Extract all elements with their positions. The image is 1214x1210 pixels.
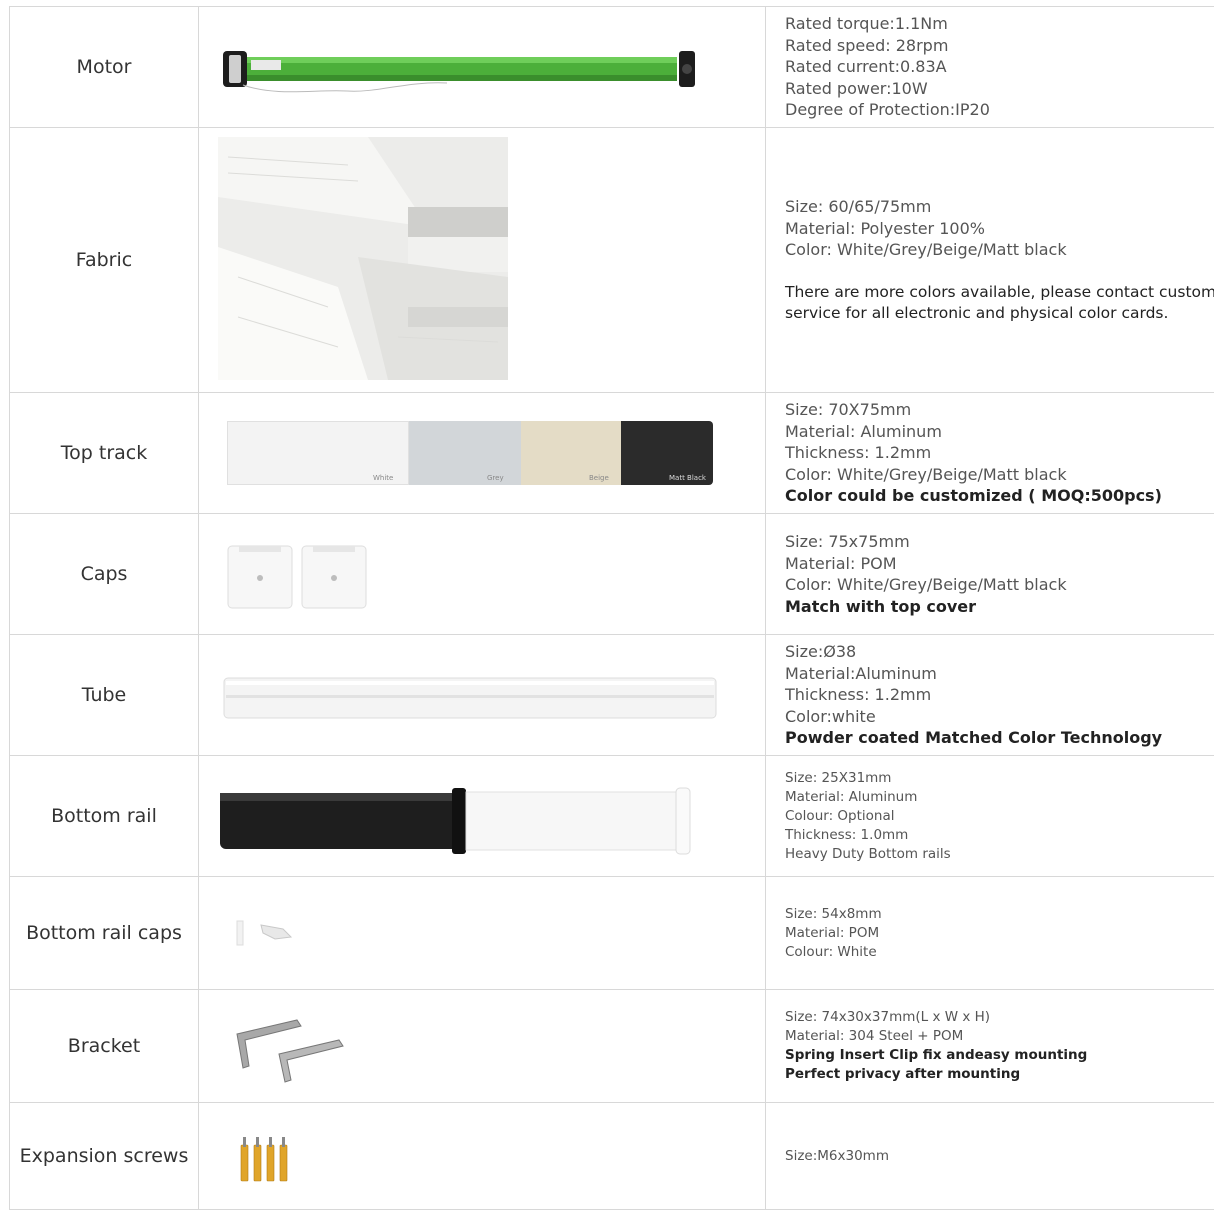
bottom-rail-image-cell [199, 756, 766, 877]
fabric-specs: Size: 60/65/75mm Material: Polyester 100… [766, 128, 1214, 393]
table-row: Expansion screws Size:M6x30mm [10, 1103, 1214, 1210]
spec-line: Rated power:10W [785, 78, 1214, 100]
table-row: Tube Size:Ø38 Material:Aluminum Thicknes… [10, 635, 1214, 756]
expansion-screws-image-cell [199, 1103, 766, 1210]
bottom-rail-caps-image-cell [199, 877, 766, 990]
swatch-label-white: White [373, 474, 393, 482]
fabric-note: There are more colors available, please … [785, 282, 1214, 324]
motor-image-cell [199, 7, 766, 128]
row-name-motor: Motor [10, 7, 199, 128]
spec-line-bold: Match with top cover [785, 596, 1214, 618]
spec-line: Thickness: 1.2mm [785, 684, 1214, 706]
table-row: Bottom rail caps Size: 54x8mm Material: … [10, 877, 1214, 990]
swatch-label-matt-black: Matt Black [669, 474, 706, 482]
spec-line: Degree of Protection:IP20 [785, 99, 1214, 121]
spec-line-bold: Powder coated Matched Color Technology [785, 727, 1214, 749]
tube-image [223, 677, 717, 719]
expansion-screws-specs: Size:M6x30mm [766, 1103, 1214, 1210]
expansion-screws-image [239, 1135, 291, 1185]
top-track-image: White Grey Beige Matt Black [227, 421, 713, 485]
spec-line: Rated current:0.83A [785, 56, 1214, 78]
spec-line: Size: 74x30x37mm(L x W x H) [785, 1008, 1214, 1027]
spec-line: Color: White/Grey/Beige/Matt black [785, 239, 1214, 261]
row-name-fabric: Fabric [10, 128, 199, 393]
spec-line: Thickness: 1.0mm [785, 826, 1214, 845]
spec-line: Material: Polyester 100% [785, 218, 1214, 240]
spec-line: Rated torque:1.1Nm [785, 13, 1214, 35]
spec-line: Rated speed: 28rpm [785, 35, 1214, 57]
table-row: Bottom rail Size: 25X31mm Material: Alum… [10, 756, 1214, 877]
spec-line: Color: White/Grey/Beige/Matt black [785, 464, 1214, 486]
top-track-image-cell: White Grey Beige Matt Black [199, 393, 766, 514]
fabric-image-cell [199, 128, 766, 393]
table-row: Caps Size: 75x75mm Material: POM Color: … [10, 514, 1214, 635]
row-name-bracket: Bracket [10, 990, 199, 1103]
caps-image-cell [199, 514, 766, 635]
spec-line: Colour: White [785, 943, 1214, 962]
swatch-label-beige: Beige [589, 474, 609, 482]
spec-line: Size: 25X31mm [785, 769, 1214, 788]
bottom-rail-caps-image [235, 915, 299, 951]
row-name-tube: Tube [10, 635, 199, 756]
row-name-bottom-rail-caps: Bottom rail caps [10, 877, 199, 990]
bracket-image-cell [199, 990, 766, 1103]
spec-line: Size:Ø38 [785, 641, 1214, 663]
bracket-image [235, 1014, 347, 1084]
fabric-image [218, 137, 508, 380]
table-row: Motor Rated torque:1.1Nm Rated speed: 28… [10, 7, 1214, 128]
table-row: Bracket Size: 74x30x37mm(L x W x H) Mate… [10, 990, 1214, 1103]
spec-line: Material: POM [785, 924, 1214, 943]
caps-image [227, 544, 372, 610]
swatch-label-grey: Grey [487, 474, 504, 482]
spec-line: Size: 70X75mm [785, 399, 1214, 421]
spec-line: Thickness: 1.2mm [785, 442, 1214, 464]
row-name-expansion-screws: Expansion screws [10, 1103, 199, 1210]
motor-specs: Rated torque:1.1Nm Rated speed: 28rpm Ra… [766, 7, 1214, 128]
bottom-rail-caps-specs: Size: 54x8mm Material: POM Colour: White [766, 877, 1214, 990]
row-name-bottom-rail: Bottom rail [10, 756, 199, 877]
spec-table: Motor Rated torque:1.1Nm Rated speed: 28… [9, 6, 1214, 1210]
row-name-top-track: Top track [10, 393, 199, 514]
bottom-rail-specs: Size: 25X31mm Material: Aluminum Colour:… [766, 756, 1214, 877]
table-row: Fabric Size: 60/65/75mm Material: Polyes… [10, 128, 1214, 393]
spec-line: Material:Aluminum [785, 663, 1214, 685]
spec-line: Color: White/Grey/Beige/Matt black [785, 574, 1214, 596]
spec-line: Size:M6x30mm [785, 1147, 1214, 1166]
spec-line: Size: 60/65/75mm [785, 196, 1214, 218]
spec-line: Color:white [785, 706, 1214, 728]
top-track-specs: Size: 70X75mm Material: Aluminum Thickne… [766, 393, 1214, 514]
spec-line: Material: POM [785, 553, 1214, 575]
spec-line-bold: Spring Insert Clip fix andeasy mounting [785, 1046, 1214, 1065]
tube-specs: Size:Ø38 Material:Aluminum Thickness: 1.… [766, 635, 1214, 756]
caps-specs: Size: 75x75mm Material: POM Color: White… [766, 514, 1214, 635]
row-name-caps: Caps [10, 514, 199, 635]
bottom-rail-image [220, 786, 694, 856]
motor-image [217, 41, 707, 101]
spec-line: Heavy Duty Bottom rails [785, 845, 1214, 864]
tube-image-cell [199, 635, 766, 756]
spec-line: Material: Aluminum [785, 788, 1214, 807]
spec-line: Size: 75x75mm [785, 531, 1214, 553]
spec-line-bold: Color could be customized ( MOQ:500pcs) [785, 485, 1214, 507]
table-row: Top track White Grey Beige Matt Black Si… [10, 393, 1214, 514]
spec-line: Material: Aluminum [785, 421, 1214, 443]
spec-line-bold: Perfect privacy after mounting [785, 1065, 1214, 1084]
bracket-specs: Size: 74x30x37mm(L x W x H) Material: 30… [766, 990, 1214, 1103]
spacer [785, 261, 1214, 282]
spec-line: Colour: Optional [785, 807, 1214, 826]
spec-line: Material: 304 Steel + POM [785, 1027, 1214, 1046]
spec-line: Size: 54x8mm [785, 905, 1214, 924]
